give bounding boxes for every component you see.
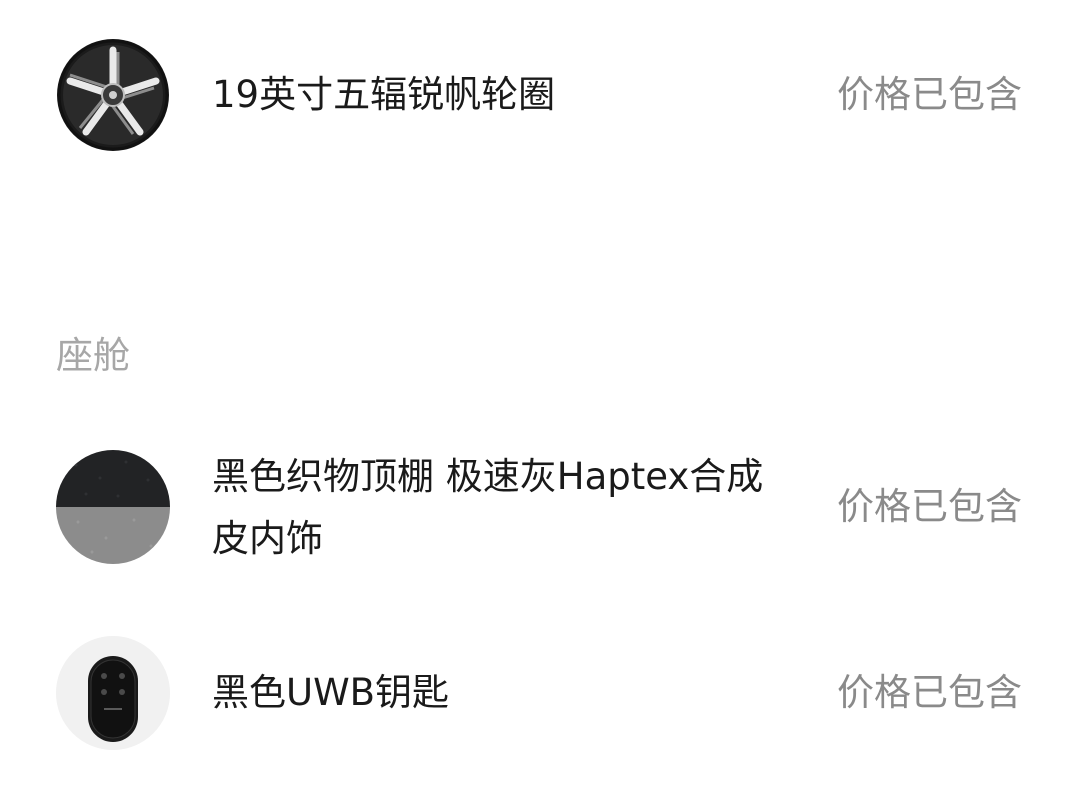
option-row-interior[interactable]: 黑色织物顶棚 极速灰Haptex合成皮内饰 价格已包含 [0, 450, 1080, 564]
option-name-key: 黑色UWB钥匙 [212, 671, 450, 714]
car-key-icon [56, 636, 170, 750]
interior-swatch-icon [56, 450, 170, 564]
wheel-rim-icon [56, 38, 170, 152]
option-price-key: 价格已包含 [837, 671, 1022, 714]
option-price-wheel: 价格已包含 [837, 73, 1022, 116]
option-row-key[interactable]: 黑色UWB钥匙 价格已包含 [0, 636, 1080, 750]
option-name-interior: 黑色织物顶棚 极速灰Haptex合成皮内饰 [212, 455, 764, 560]
option-name-wheel: 19英寸五辐锐帆轮圈 [212, 73, 556, 116]
section-title-cabin: 座舱 [56, 334, 130, 377]
option-row-wheel[interactable]: 19英寸五辐锐帆轮圈 价格已包含 [0, 38, 1080, 152]
option-price-interior: 价格已包含 [837, 485, 1022, 528]
options-list-page: 19英寸五辐锐帆轮圈 价格已包含 座舱 黑色织物顶棚 极速灰Haptex合成皮内… [0, 0, 1080, 810]
